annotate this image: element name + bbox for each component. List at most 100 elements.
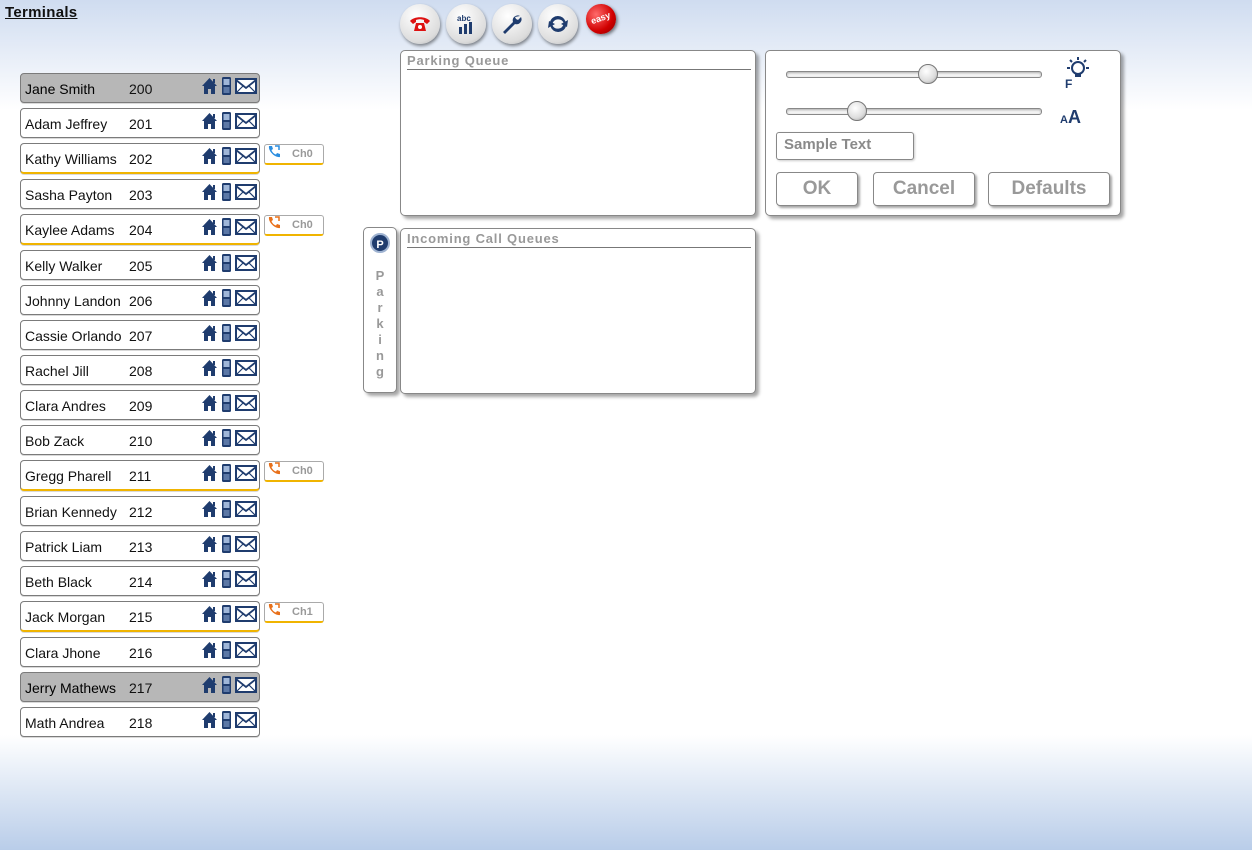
- mail-icon[interactable]: [235, 534, 257, 554]
- mail-icon[interactable]: [235, 323, 257, 343]
- home-icon[interactable]: [201, 358, 218, 378]
- mobile-icon[interactable]: [220, 604, 233, 624]
- terminal-row[interactable]: Adam Jeffrey 201: [20, 108, 260, 138]
- terminal-row[interactable]: Kathy Williams 202 Ch0: [20, 143, 324, 174]
- mobile-icon[interactable]: [220, 569, 233, 589]
- channel-badge[interactable]: Ch0: [264, 215, 324, 236]
- mobile-icon[interactable]: [220, 146, 233, 166]
- home-icon[interactable]: [201, 604, 218, 624]
- home-icon[interactable]: [201, 76, 218, 96]
- channel-badge[interactable]: Ch0: [264, 461, 324, 482]
- mobile-icon[interactable]: [220, 111, 233, 131]
- brightness-slider-knob[interactable]: [917, 64, 938, 84]
- home-icon[interactable]: [201, 675, 218, 695]
- mail-icon[interactable]: [235, 393, 257, 413]
- parking-tab[interactable]: P Parking: [363, 227, 397, 393]
- parking-queue-title: Parking Queue: [407, 53, 751, 70]
- home-icon[interactable]: [201, 499, 218, 519]
- home-icon[interactable]: [201, 640, 218, 660]
- settings-button[interactable]: [492, 4, 532, 44]
- mobile-icon[interactable]: [220, 710, 233, 730]
- channel-badge[interactable]: Ch0: [264, 144, 324, 165]
- home-icon[interactable]: [201, 217, 218, 237]
- terminal-row[interactable]: Patrick Liam 213: [20, 531, 260, 561]
- phone-button[interactable]: [400, 4, 440, 44]
- terminal-row[interactable]: Kaylee Adams 204 Ch0: [20, 214, 324, 245]
- font-icon-large: A: [1067, 107, 1081, 127]
- incoming-call-queues-panel[interactable]: Incoming Call Queues: [400, 228, 756, 394]
- terminal-name: Gregg Pharell: [25, 468, 112, 484]
- mobile-icon[interactable]: [220, 288, 233, 308]
- ok-button[interactable]: OK: [776, 172, 858, 206]
- parking-queue-panel[interactable]: Parking Queue: [400, 50, 756, 216]
- home-icon[interactable]: [201, 534, 218, 554]
- mobile-icon[interactable]: [220, 463, 233, 483]
- mail-icon[interactable]: [235, 111, 257, 131]
- terminal-row[interactable]: Bob Zack 210: [20, 425, 260, 455]
- mobile-icon[interactable]: [220, 182, 233, 202]
- terminal-row[interactable]: Jack Morgan 215 Ch1: [20, 601, 324, 632]
- mail-icon[interactable]: [235, 217, 257, 237]
- mail-icon[interactable]: [235, 604, 257, 624]
- defaults-button[interactable]: Defaults: [988, 172, 1110, 206]
- home-icon[interactable]: [201, 463, 218, 483]
- mobile-icon[interactable]: [220, 217, 233, 237]
- cancel-button[interactable]: Cancel: [873, 172, 975, 206]
- home-icon[interactable]: [201, 111, 218, 131]
- mail-icon[interactable]: [235, 569, 257, 589]
- mobile-icon[interactable]: [220, 253, 233, 273]
- font-size-slider-knob[interactable]: [846, 101, 867, 121]
- home-icon[interactable]: [201, 182, 218, 202]
- terminal-row[interactable]: Jerry Mathews 217: [20, 672, 260, 702]
- home-icon[interactable]: [201, 428, 218, 448]
- mail-icon[interactable]: [235, 710, 257, 730]
- mail-icon[interactable]: [235, 675, 257, 695]
- terminal-row[interactable]: Sasha Payton 203: [20, 179, 260, 209]
- home-icon[interactable]: [201, 323, 218, 343]
- easy-button[interactable]: easy: [581, 0, 621, 39]
- home-icon[interactable]: [201, 393, 218, 413]
- terminal-row[interactable]: Clara Jhone 216: [20, 637, 260, 667]
- mail-icon[interactable]: [235, 146, 257, 166]
- home-icon[interactable]: [201, 253, 218, 273]
- mobile-icon[interactable]: [220, 640, 233, 660]
- home-icon[interactable]: [201, 710, 218, 730]
- refresh-button[interactable]: [538, 4, 578, 44]
- terminal-row[interactable]: Jane Smith 200: [20, 73, 260, 103]
- mail-icon[interactable]: [235, 640, 257, 660]
- mobile-icon[interactable]: [220, 499, 233, 519]
- channel-label: Ch1: [292, 606, 313, 618]
- mail-icon[interactable]: [235, 499, 257, 519]
- mail-icon[interactable]: [235, 428, 257, 448]
- terminal-row[interactable]: Beth Black 214: [20, 566, 260, 596]
- terminal-row[interactable]: Rachel Jill 208: [20, 355, 260, 385]
- terminal-row[interactable]: Johnny Landon 206: [20, 285, 260, 315]
- terminal-row[interactable]: Clara Andres 209: [20, 390, 260, 420]
- mail-icon[interactable]: [235, 288, 257, 308]
- channel-badge[interactable]: Ch1: [264, 602, 324, 623]
- stats-button[interactable]: abc: [446, 4, 486, 44]
- mobile-icon[interactable]: [220, 393, 233, 413]
- mail-icon[interactable]: [235, 76, 257, 96]
- mail-icon[interactable]: [235, 463, 257, 483]
- terminal-row[interactable]: Gregg Pharell 211 Ch0: [20, 460, 324, 491]
- terminal-row[interactable]: Math Andrea 218: [20, 707, 260, 737]
- mobile-icon[interactable]: [220, 76, 233, 96]
- terminal-row[interactable]: Brian Kennedy 212: [20, 496, 260, 526]
- mobile-icon[interactable]: [220, 358, 233, 378]
- parking-tab-letter: n: [376, 348, 384, 363]
- mobile-icon[interactable]: [220, 534, 233, 554]
- home-icon[interactable]: [201, 569, 218, 589]
- brightness-slider[interactable]: [786, 64, 1042, 84]
- mobile-icon[interactable]: [220, 428, 233, 448]
- mobile-icon[interactable]: [220, 323, 233, 343]
- home-icon[interactable]: [201, 288, 218, 308]
- home-icon[interactable]: [201, 146, 218, 166]
- mail-icon[interactable]: [235, 253, 257, 273]
- mail-icon[interactable]: [235, 182, 257, 202]
- mail-icon[interactable]: [235, 358, 257, 378]
- font-size-slider[interactable]: [786, 101, 1042, 121]
- terminal-row[interactable]: Kelly Walker 205: [20, 250, 260, 280]
- terminal-row[interactable]: Cassie Orlando 207: [20, 320, 260, 350]
- mobile-icon[interactable]: [220, 675, 233, 695]
